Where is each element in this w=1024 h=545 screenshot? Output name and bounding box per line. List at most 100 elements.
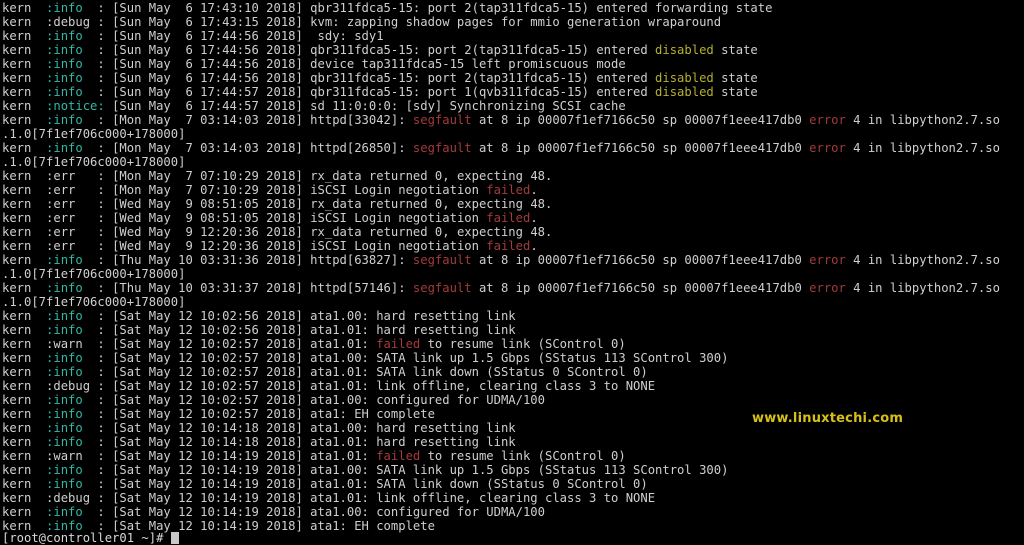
log-segment: kern bbox=[2, 337, 47, 351]
log-segment: kern bbox=[2, 239, 47, 253]
log-segment: kern bbox=[2, 29, 47, 43]
log-segment: :warn bbox=[46, 337, 83, 351]
log-segment: :err bbox=[46, 197, 76, 211]
log-line: kern :err : [Wed May 9 12:20:36 2018] rx… bbox=[2, 225, 1000, 239]
log-segment: :info bbox=[46, 281, 83, 295]
log-line: kern :info : [Sat May 12 10:14:18 2018] … bbox=[2, 435, 1000, 449]
log-segment: segfault bbox=[412, 281, 472, 295]
log-segment: :info bbox=[46, 309, 83, 323]
log-segment: :info bbox=[46, 113, 83, 127]
log-segment: :info bbox=[46, 435, 83, 449]
log-segment: :info bbox=[46, 29, 83, 43]
log-segment: segfault bbox=[412, 141, 472, 155]
log-segment: :info bbox=[46, 463, 83, 477]
log-segment: : [Thu May 10 03:31:36 2018] httpd[63827… bbox=[82, 253, 413, 267]
log-segment: failed bbox=[376, 337, 421, 351]
log-segment: . bbox=[530, 183, 538, 197]
log-segment: : [Sun May 6 17:44:56 2018] device tap31… bbox=[82, 57, 626, 71]
log-segment: at 8 ip 00007f1ef7166c50 sp 00007f1eee41… bbox=[471, 113, 810, 127]
log-segment: : [Sat May 12 10:14:19 2018] ata1.00: co… bbox=[82, 505, 545, 519]
log-line: .1.0[7f1ef706c000+178000] bbox=[2, 155, 1000, 169]
log-segment: :info bbox=[46, 365, 83, 379]
log-segment: :err bbox=[46, 211, 76, 225]
log-segment: disabled bbox=[655, 71, 714, 85]
log-segment: :info bbox=[46, 1, 83, 15]
log-segment: kern bbox=[2, 505, 47, 519]
log-segment: :notice: bbox=[46, 99, 105, 113]
log-line: kern :warn : [Sat May 12 10:14:19 2018] … bbox=[2, 449, 1000, 463]
log-segment: kern bbox=[2, 113, 47, 127]
log-segment: error bbox=[809, 281, 846, 295]
log-segment: : [Sat May 12 10:14:18 2018] ata1.00: ha… bbox=[82, 421, 516, 435]
log-segment: error bbox=[809, 141, 846, 155]
log-segment: : [Sat May 12 10:14:18 2018] ata1.01: ha… bbox=[82, 435, 516, 449]
log-segment: : [Sat May 12 10:02:57 2018] ata1.01: li… bbox=[90, 379, 656, 393]
log-segment: : [Wed May 9 08:51:05 2018] iSCSI Login … bbox=[75, 211, 487, 225]
log-line: kern :info : [Sun May 6 17:44:56 2018] d… bbox=[2, 57, 1000, 71]
log-segment: .1.0[7f1ef706c000+178000] bbox=[2, 295, 186, 309]
log-segment: : [Mon May 7 07:10:29 2018] iSCSI Login … bbox=[75, 183, 487, 197]
log-segment: kern bbox=[2, 169, 47, 183]
log-segment: kern bbox=[2, 365, 47, 379]
terminal-output: kern :info : [Sun May 6 17:43:10 2018] q… bbox=[2, 1, 1000, 533]
log-segment: : [Mon May 7 03:14:03 2018] httpd[26850]… bbox=[82, 141, 413, 155]
log-segment: kern bbox=[2, 57, 47, 71]
log-segment: : [Sat May 12 10:02:57 2018] ata1.00: SA… bbox=[82, 351, 729, 365]
log-segment: : [Sat May 12 10:02:57 2018] ata1.00: co… bbox=[82, 393, 545, 407]
log-segment: :info bbox=[46, 253, 83, 267]
log-segment: :info bbox=[46, 351, 83, 365]
log-segment: :debug bbox=[46, 491, 91, 505]
log-segment: : [Sat May 12 10:02:56 2018] ata1.00: ha… bbox=[82, 309, 516, 323]
log-segment: kern bbox=[2, 225, 47, 239]
log-segment: : [Sun May 6 17:44:57 2018] qbr311fdca5-… bbox=[82, 85, 656, 99]
log-segment: kern bbox=[2, 281, 47, 295]
log-segment: :err bbox=[46, 183, 76, 197]
log-segment: 4 in libpython2.7.so bbox=[845, 253, 1000, 267]
log-segment: error bbox=[809, 113, 846, 127]
log-line: kern :info : [Thu May 10 03:31:36 2018] … bbox=[2, 253, 1000, 267]
log-segment: . bbox=[530, 211, 538, 225]
log-segment: : [Mon May 7 03:14:03 2018] httpd[33042]… bbox=[82, 113, 413, 127]
terminal-window[interactable]: kern :info : [Sun May 6 17:43:10 2018] q… bbox=[0, 0, 1024, 545]
log-segment: :info bbox=[46, 407, 83, 421]
log-segment: kern bbox=[2, 463, 47, 477]
text-cursor bbox=[170, 532, 179, 544]
log-segment: at 8 ip 00007f1ef7166c50 sp 00007f1eee41… bbox=[471, 281, 810, 295]
log-segment: kern bbox=[2, 477, 47, 491]
log-line: kern :notice: [Sun May 6 17:44:57 2018] … bbox=[2, 99, 1000, 113]
log-segment: kern bbox=[2, 211, 47, 225]
log-line: kern :info : [Sat May 12 10:14:19 2018] … bbox=[2, 505, 1000, 519]
log-line: kern :warn : [Sat May 12 10:02:57 2018] … bbox=[2, 337, 1000, 351]
log-segment: kern bbox=[2, 85, 47, 99]
log-segment: . bbox=[530, 239, 538, 253]
log-line: kern :err : [Mon May 7 07:10:29 2018] iS… bbox=[2, 183, 1000, 197]
log-segment: :info bbox=[46, 393, 83, 407]
shell-prompt-text: [root@controller01 ~]# bbox=[2, 531, 171, 545]
log-segment: failed bbox=[486, 211, 531, 225]
log-segment: to resume link (SControl 0) bbox=[420, 337, 626, 351]
log-segment: :info bbox=[46, 141, 83, 155]
shell-prompt-line: [root@controller01 ~]# bbox=[2, 531, 179, 545]
log-line: kern :info : [Sun May 6 17:44:57 2018] q… bbox=[2, 85, 1000, 99]
log-segment: kern bbox=[2, 323, 47, 337]
log-segment: kern bbox=[2, 141, 47, 155]
log-line: kern :debug : [Sun May 6 17:43:15 2018] … bbox=[2, 15, 1000, 29]
log-line: kern :info : [Sun May 6 17:44:56 2018] q… bbox=[2, 71, 1000, 85]
log-segment: : [Sat May 12 10:14:19 2018] ata1.00: SA… bbox=[82, 463, 729, 477]
log-segment: to resume link (SControl 0) bbox=[420, 449, 626, 463]
log-segment: kern bbox=[2, 1, 47, 15]
log-segment: kern bbox=[2, 491, 47, 505]
log-line: kern :err : [Mon May 7 07:10:29 2018] rx… bbox=[2, 169, 1000, 183]
log-segment: 4 in libpython2.7.so bbox=[845, 113, 1000, 127]
log-segment: : [Sat May 12 10:14:19 2018] ata1.01: SA… bbox=[82, 477, 648, 491]
log-segment: kern bbox=[2, 393, 47, 407]
log-line: kern :info : [Sat May 12 10:02:57 2018] … bbox=[2, 393, 1000, 407]
log-line: kern :info : [Mon May 7 03:14:03 2018] h… bbox=[2, 113, 1000, 127]
log-segment: kern bbox=[2, 43, 47, 57]
log-segment: :warn bbox=[46, 449, 83, 463]
log-segment: kern bbox=[2, 435, 47, 449]
log-segment: segfault bbox=[412, 113, 472, 127]
log-segment: :err bbox=[46, 169, 76, 183]
log-segment: kern bbox=[2, 15, 47, 29]
log-segment: kern bbox=[2, 351, 47, 365]
